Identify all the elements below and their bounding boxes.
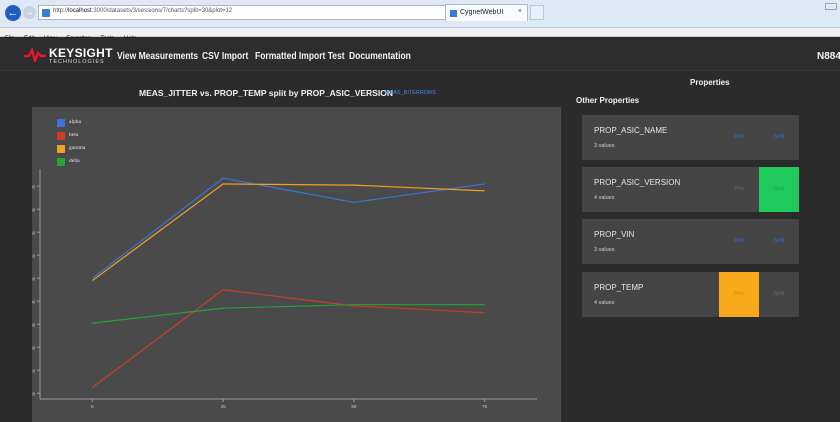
logo-title: KEYSIGHT xyxy=(49,46,113,60)
keysight-logo-icon xyxy=(24,48,46,62)
chart-panel: alpha beta gamma delta 12014016018020022… xyxy=(32,107,561,422)
property-name: PROP_VIN xyxy=(594,230,635,239)
x-tick-label: 75 xyxy=(482,404,488,409)
forward-button[interactable]: → xyxy=(23,6,36,19)
property-name: PROP_TEMP xyxy=(594,283,644,292)
y-tick-label: 280 xyxy=(32,207,35,212)
y-tick-label: 120 xyxy=(32,391,35,396)
x-tick-label: 0 xyxy=(91,404,94,409)
y-tick-label: 200 xyxy=(32,299,35,304)
property-card-asic-version: PROP_ASIC_VERSION 4 values Plot Split xyxy=(582,167,799,212)
tab-title: CygnetWebUI xyxy=(460,9,504,16)
property-card-asic-name: PROP_ASIC_NAME 3 values Plot Split xyxy=(582,115,799,160)
property-card-vin: PROP_VIN 3 values Plot Split xyxy=(582,219,799,264)
logo-subtitle: TECHNOLOGIES xyxy=(49,59,105,65)
property-count: 3 values xyxy=(594,247,615,253)
nav-csv-import[interactable]: CSV Import xyxy=(202,51,248,62)
property-card-temp: PROP_TEMP 4 values Plot Split xyxy=(582,272,799,317)
y-tick-label: 160 xyxy=(32,345,35,350)
other-properties-title: Other Properties xyxy=(576,96,640,105)
y-tick-label: 180 xyxy=(32,322,35,327)
split-button[interactable]: Split xyxy=(759,115,799,160)
instrument-label: N8844A xyxy=(817,51,840,62)
plot-button[interactable]: Plot xyxy=(719,219,759,264)
property-name: PROP_ASIC_NAME xyxy=(594,126,668,135)
nav-formatted-import-test[interactable]: Formatted Import Test xyxy=(255,51,345,62)
y-tick-label: 220 xyxy=(32,276,35,281)
series-line-alpha xyxy=(91,177,485,279)
plot-button[interactable]: Plot xyxy=(719,167,759,212)
y-tick-label: 300 xyxy=(32,184,35,189)
tab-close-icon[interactable]: × xyxy=(518,8,522,15)
menu-bar: File Edit View Favorites Tools Help xyxy=(0,28,840,42)
split-button[interactable]: Split xyxy=(759,219,799,264)
nav-documentation[interactable]: Documentation xyxy=(349,51,411,62)
chart-measure-link[interactable]: MEAS_BITERRORS xyxy=(385,90,436,96)
series-line-delta xyxy=(92,304,485,324)
property-count: 4 values xyxy=(594,300,615,306)
plot-button[interactable]: Plot xyxy=(719,115,759,160)
series-line-gamma xyxy=(91,183,485,282)
property-count: 3 values xyxy=(594,143,615,149)
tab-favicon-icon xyxy=(450,10,457,17)
url-text: http://localhost:3000/datasets/3/session… xyxy=(53,8,233,14)
window-control-icon[interactable] xyxy=(825,3,837,10)
split-button[interactable]: Split xyxy=(759,167,799,212)
browser-tab[interactable]: CygnetWebUI × xyxy=(445,4,528,21)
y-tick-label: 140 xyxy=(32,368,35,373)
x-tick-label: 25 xyxy=(221,404,227,409)
split-button[interactable]: Split xyxy=(759,272,799,317)
chart-title: MEAS_JITTER vs. PROP_TEMP split by PROP_… xyxy=(139,88,393,98)
properties-title: Properties xyxy=(690,78,730,87)
nav-view-measurements[interactable]: View Measurements xyxy=(117,51,198,62)
x-tick-label: 50 xyxy=(351,404,357,409)
y-tick-label: 240 xyxy=(32,253,35,258)
app-header: KEYSIGHT TECHNOLOGIES View Measurements … xyxy=(0,38,840,71)
plot-button[interactable]: Plot xyxy=(719,272,759,317)
back-button[interactable]: ← xyxy=(5,5,21,21)
line-chart: 120 140 160 180 200 220 240 260 280 300 0 25 50 75 xyxy=(32,169,537,409)
y-tick-label: 260 xyxy=(32,230,35,235)
property-name: PROP_ASIC_VERSION xyxy=(594,178,681,187)
browser-toolbar: ← → http://localhost:3000/datasets/3/ses… xyxy=(0,0,840,28)
new-tab-button[interactable] xyxy=(530,5,544,20)
property-count: 4 values xyxy=(594,195,615,201)
site-icon xyxy=(42,9,50,17)
